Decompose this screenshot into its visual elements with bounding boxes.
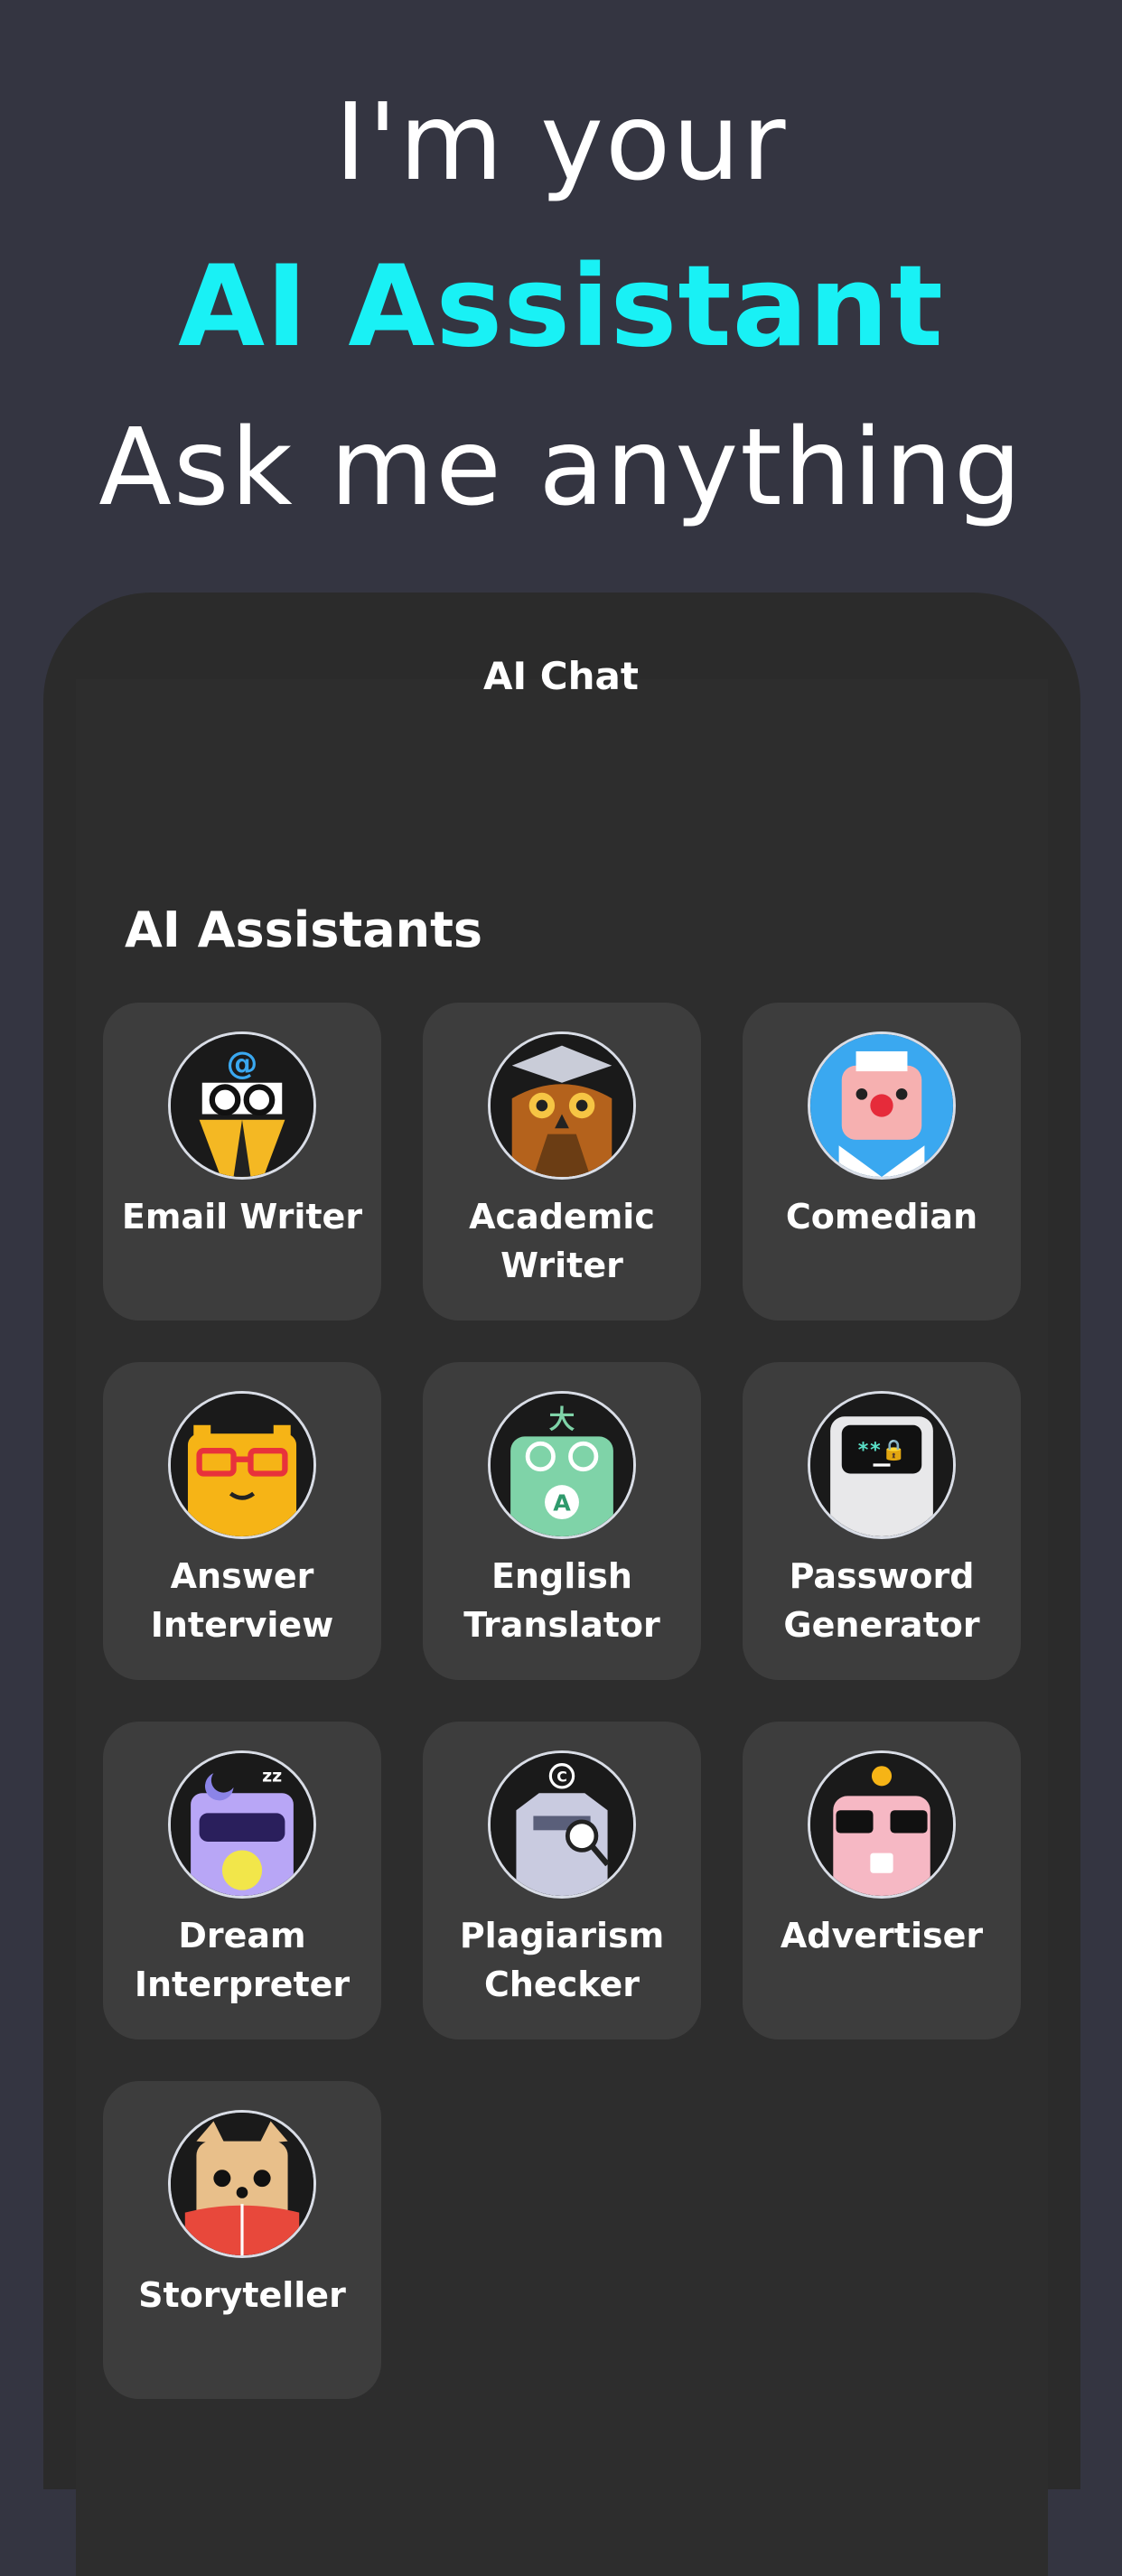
assistant-label: Academic Writer: [469, 1197, 655, 1285]
assistant-label: Email Writer: [121, 1197, 363, 1237]
answer-interview-icon: [168, 1391, 316, 1539]
academic-writer-icon: [488, 1031, 636, 1180]
hero-headline: AI Assistant: [178, 242, 944, 372]
assistant-card-comedian[interactable]: Comedian: [743, 1003, 1021, 1321]
storyteller-icon: [168, 2110, 316, 2258]
assistant-label: Plagiarism Checker: [459, 1916, 665, 2004]
assistant-card-advertiser[interactable]: Advertiser: [743, 1722, 1021, 2039]
assistant-label: Password Generator: [783, 1556, 980, 1645]
assistant-card-password-generator[interactable]: **🔒 Password Generator: [743, 1362, 1021, 1680]
email-writer-icon: @: [168, 1031, 316, 1180]
svg-text:C: C: [556, 1769, 567, 1786]
assistant-label: Storyteller: [138, 2275, 346, 2315]
assistant-label: Answer Interview: [150, 1556, 334, 1645]
svg-text:**🔒: **🔒: [857, 1439, 906, 1462]
assistant-label: Comedian: [785, 1197, 978, 1237]
assistant-card-english-translator[interactable]: 大 A English Translator: [423, 1362, 701, 1680]
assistant-card-storyteller[interactable]: Storyteller: [103, 2081, 381, 2399]
english-translator-icon: 大 A: [488, 1391, 636, 1539]
advertiser-icon: [808, 1750, 956, 1899]
dream-interpreter-icon: zz: [168, 1750, 316, 1899]
assistant-card-plagiarism-checker[interactable]: C Plagiarism Checker: [423, 1722, 701, 2039]
password-generator-icon: **🔒: [808, 1391, 956, 1539]
section-title: AI Assistants: [125, 901, 483, 958]
svg-text:zz: zz: [262, 1767, 282, 1787]
plagiarism-checker-icon: C: [488, 1750, 636, 1899]
assistant-label: Advertiser: [780, 1916, 984, 1955]
assistant-card-dream-interpreter[interactable]: zz Dream Interpreter: [103, 1722, 381, 2039]
svg-text:大: 大: [549, 1405, 575, 1434]
app-title: AI Chat: [483, 654, 639, 698]
svg-text:A: A: [553, 1490, 571, 1517]
hero-line-3: Ask me anything: [98, 405, 1024, 529]
assistant-card-answer-interview[interactable]: Answer Interview: [103, 1362, 381, 1680]
assistant-card-email-writer[interactable]: @ Email Writer: [103, 1003, 381, 1321]
hero-line-1: I'm your: [334, 79, 788, 204]
svg-text:@: @: [227, 1046, 258, 1082]
assistant-label: English Translator: [463, 1556, 660, 1645]
assistant-card-academic-writer[interactable]: Academic Writer: [423, 1003, 701, 1321]
assistant-label: Dream Interpreter: [134, 1916, 351, 2004]
comedian-icon: [808, 1031, 956, 1180]
